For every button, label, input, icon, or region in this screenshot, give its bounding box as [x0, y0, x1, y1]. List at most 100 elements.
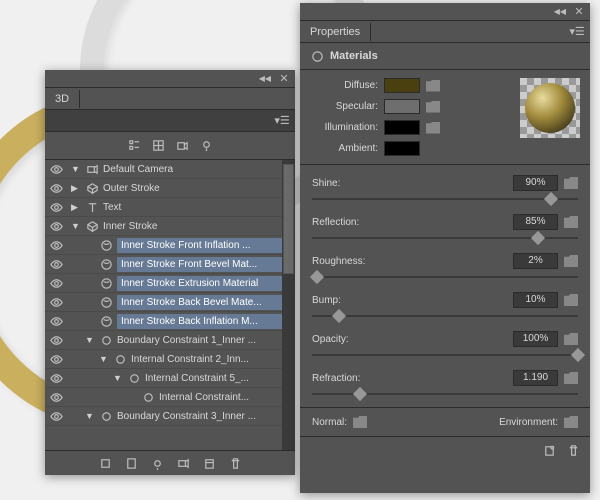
visibility-icon[interactable] — [49, 219, 63, 233]
tab-properties[interactable]: Properties — [300, 23, 371, 41]
expand-arrow-icon[interactable]: ▼ — [85, 411, 95, 421]
tab-3d[interactable]: 3D — [45, 90, 80, 108]
slider-track[interactable] — [312, 237, 578, 239]
panel-menu-icon[interactable]: ▾☰ — [275, 114, 289, 128]
folder-icon[interactable] — [426, 101, 440, 113]
new-icon[interactable] — [202, 457, 216, 471]
tree-row[interactable]: ▼Internal Constraint 2_Inn... — [45, 350, 295, 369]
tree-row[interactable]: ▶Text — [45, 198, 295, 217]
slider-track[interactable] — [312, 354, 578, 356]
tree-row[interactable]: ▼Boundary Constraint 3_Inner ... — [45, 407, 295, 426]
collapse-left-icon[interactable]: ◀◀ — [259, 74, 271, 83]
ambient-swatch[interactable] — [384, 141, 420, 156]
slider-value[interactable]: 100% — [513, 331, 558, 347]
folder-icon[interactable] — [564, 294, 578, 306]
folder-icon[interactable] — [564, 333, 578, 345]
trash-icon[interactable] — [566, 443, 580, 457]
tree-row[interactable]: Inner Stroke Back Bevel Mate... — [45, 293, 295, 312]
folder-icon[interactable] — [564, 216, 578, 228]
close-icon[interactable]: ✕ — [277, 72, 291, 86]
slider-thumb[interactable] — [544, 192, 558, 206]
visibility-icon[interactable] — [49, 238, 63, 252]
visibility-icon[interactable] — [49, 314, 63, 328]
slider-row: Refraction:1.190 — [312, 370, 578, 397]
tree-item-label: Inner Stroke Front Bevel Mat... — [117, 257, 291, 272]
slider-track[interactable] — [312, 198, 578, 200]
expand-arrow-icon[interactable]: ▶ — [71, 202, 81, 213]
grid-icon[interactable] — [151, 139, 165, 153]
expand-arrow-icon[interactable]: ▶ — [71, 183, 81, 194]
slider-thumb[interactable] — [332, 309, 346, 323]
tree-row[interactable]: ▼Internal Constraint 5_... — [45, 369, 295, 388]
slider-track[interactable] — [312, 276, 578, 278]
visibility-icon[interactable] — [49, 162, 63, 176]
folder-icon[interactable] — [353, 416, 367, 428]
slider-thumb[interactable] — [571, 348, 585, 362]
visibility-icon[interactable] — [49, 371, 63, 385]
folder-icon[interactable] — [426, 122, 440, 134]
folder-icon[interactable] — [426, 80, 440, 92]
folder-icon[interactable] — [564, 416, 578, 428]
tree-row[interactable]: ▶Outer Stroke — [45, 179, 295, 198]
3d-toolbar — [45, 132, 295, 160]
new-preset-icon[interactable] — [542, 443, 556, 457]
slider-value[interactable]: 85% — [513, 214, 558, 230]
slider-track[interactable] — [312, 315, 578, 317]
normal-label: Normal: — [312, 417, 347, 428]
slider-value[interactable]: 90% — [513, 175, 558, 191]
slider-thumb[interactable] — [531, 231, 545, 245]
mat-icon — [99, 257, 113, 271]
visibility-icon[interactable] — [49, 409, 63, 423]
foot-icon-3[interactable] — [150, 457, 164, 471]
circ-icon — [113, 352, 127, 366]
scrollbar[interactable] — [282, 160, 295, 450]
collapse-left-icon[interactable]: ◀◀ — [554, 7, 566, 16]
folder-icon[interactable] — [564, 255, 578, 267]
tree-row[interactable]: ▼Default Camera — [45, 160, 295, 179]
tree-row[interactable]: Internal Constraint... — [45, 388, 295, 407]
foot-icon-4[interactable] — [176, 457, 190, 471]
foot-icon-2[interactable] — [124, 457, 138, 471]
tree-item-label: Inner Stroke — [103, 221, 291, 232]
tree-row[interactable]: ▼Boundary Constraint 1_Inner ... — [45, 331, 295, 350]
foot-icon-1[interactable] — [98, 457, 112, 471]
expand-arrow-icon[interactable]: ▼ — [71, 164, 81, 174]
light-icon[interactable] — [199, 139, 213, 153]
tree-row[interactable]: Inner Stroke Front Inflation ... — [45, 236, 295, 255]
slider-thumb[interactable] — [353, 387, 367, 401]
tree-row[interactable]: ▼ Inner Stroke — [45, 217, 295, 236]
expand-arrow-icon[interactable]: ▼ — [113, 373, 123, 383]
trash-icon[interactable] — [228, 457, 242, 471]
filter-icon[interactable] — [127, 139, 141, 153]
slider-value[interactable]: 10% — [513, 292, 558, 308]
camera-icon[interactable] — [175, 139, 189, 153]
tree-row[interactable]: Inner Stroke Back Inflation M... — [45, 312, 295, 331]
visibility-icon[interactable] — [49, 333, 63, 347]
illumination-swatch[interactable] — [384, 120, 420, 135]
material-preview[interactable] — [520, 78, 580, 138]
visibility-icon[interactable] — [49, 200, 63, 214]
scroll-thumb[interactable] — [283, 164, 294, 274]
visibility-icon[interactable] — [49, 295, 63, 309]
expand-arrow-icon[interactable]: ▼ — [71, 221, 81, 231]
visibility-icon[interactable] — [49, 352, 63, 366]
folder-icon[interactable] — [564, 177, 578, 189]
folder-icon[interactable] — [564, 372, 578, 384]
slider-value[interactable]: 2% — [513, 253, 558, 269]
visibility-icon[interactable] — [49, 257, 63, 271]
close-icon[interactable]: ✕ — [572, 5, 586, 19]
panel-menu-icon[interactable]: ▾☰ — [570, 25, 584, 39]
tree-row[interactable]: Inner Stroke Front Bevel Mat... — [45, 255, 295, 274]
slider-value[interactable]: 1.190 — [513, 370, 558, 386]
slider-track[interactable] — [312, 393, 578, 395]
visibility-icon[interactable] — [49, 276, 63, 290]
expand-arrow-icon[interactable]: ▼ — [99, 354, 109, 364]
slider-thumb[interactable] — [310, 270, 324, 284]
specular-swatch[interactable] — [384, 99, 420, 114]
tree-row[interactable]: Inner Stroke Extrusion Material — [45, 274, 295, 293]
expand-arrow-icon[interactable]: ▼ — [85, 335, 95, 345]
visibility-icon[interactable] — [49, 390, 63, 404]
diffuse-swatch[interactable] — [384, 78, 420, 93]
specular-label: Specular: — [310, 101, 378, 112]
visibility-icon[interactable] — [49, 181, 63, 195]
